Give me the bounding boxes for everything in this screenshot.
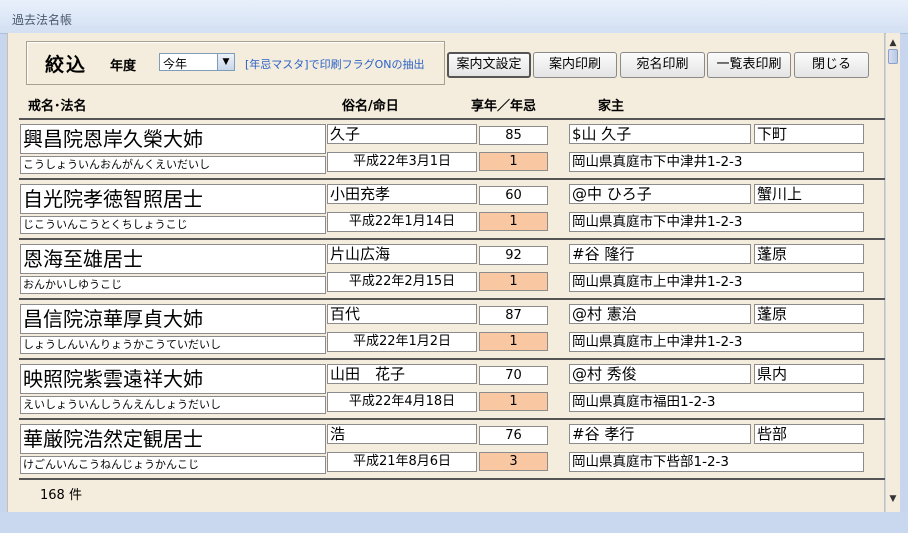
- zokumyo-field[interactable]: 小田充孝: [327, 184, 477, 204]
- row-separator: [19, 478, 885, 480]
- scroll-thumb[interactable]: [888, 49, 898, 64]
- area-field[interactable]: 蓬原: [754, 244, 864, 264]
- record-row: 昌信院涼華厚貞大姉 しょうしんいんりょうかこうていだいし 百代 平成22年1月2…: [8, 300, 884, 360]
- record-count: 168 件: [40, 488, 82, 503]
- age-field[interactable]: 87: [479, 306, 548, 325]
- address-field[interactable]: 岡山県真庭市上中津井1-2-3: [569, 332, 864, 352]
- zokumyo-field[interactable]: 山田 花子: [327, 364, 477, 384]
- filter-panel: 絞込 年度 今年 ▼ [年忌マスタ]で印刷フラグONの抽出: [26, 41, 445, 85]
- kachu-field[interactable]: @村 憲治: [569, 304, 751, 324]
- guide-print-button[interactable]: 案内印刷: [533, 52, 617, 78]
- guide-settings-button[interactable]: 案内文設定: [447, 52, 531, 78]
- meinichi-field[interactable]: 平成22年3月1日: [327, 152, 477, 172]
- kachu-field[interactable]: #谷 孝行: [569, 424, 751, 444]
- nenki-field[interactable]: 1: [479, 392, 548, 411]
- zokumyo-field[interactable]: 百代: [327, 304, 477, 324]
- nenki-field[interactable]: 1: [479, 272, 548, 291]
- kaimyo-field[interactable]: 映照院紫雲遠祥大姉: [20, 364, 326, 394]
- area-field[interactable]: 蟹川上: [754, 184, 864, 204]
- age-field[interactable]: 70: [479, 366, 548, 385]
- form-body: 絞込 年度 今年 ▼ [年忌マスタ]で印刷フラグONの抽出 案内文設定 案内印刷…: [7, 33, 900, 512]
- column-header-age-nenki: 享年／年忌: [471, 99, 537, 114]
- kaimyo-kana-field[interactable]: おんかいしゆうこじ: [20, 276, 326, 294]
- list-print-button[interactable]: 一覧表印刷: [707, 52, 791, 78]
- window-title: 過去法名帳: [12, 13, 73, 27]
- window-bottom-border: [0, 512, 908, 533]
- meinichi-field[interactable]: 平成22年2月15日: [327, 272, 477, 292]
- age-field[interactable]: 60: [479, 186, 548, 205]
- zokumyo-field[interactable]: 浩: [327, 424, 477, 444]
- nenki-field[interactable]: 1: [479, 212, 548, 231]
- record-row: 自光院孝徳智照居士 じこういんこうとくちしょうこじ 小田充孝 平成22年1月14…: [8, 180, 884, 240]
- kaimyo-field[interactable]: 華厳院浩然定観居士: [20, 424, 326, 454]
- vertical-scrollbar[interactable]: ▲ ▼: [886, 33, 900, 512]
- kachu-field[interactable]: $山 久子: [569, 124, 751, 144]
- kaimyo-field[interactable]: 昌信院涼華厚貞大姉: [20, 304, 326, 334]
- kaimyo-field[interactable]: 自光院孝徳智照居士: [20, 184, 326, 214]
- address-field[interactable]: 岡山県真庭市下中津井1-2-3: [569, 212, 864, 232]
- area-field[interactable]: 県内: [754, 364, 864, 384]
- scroll-up-icon[interactable]: ▲: [888, 38, 898, 48]
- kaimyo-kana-field[interactable]: けごんいんこうねんじょうかんこじ: [20, 456, 326, 474]
- nenki-field[interactable]: 1: [479, 332, 548, 351]
- kaimyo-field[interactable]: 恩海至雄居士: [20, 244, 326, 274]
- close-button[interactable]: 閉じる: [794, 52, 869, 78]
- record-row: 華厳院浩然定観居士 けごんいんこうねんじょうかんこじ 浩 平成21年8月6日 7…: [8, 420, 884, 480]
- zokumyo-field[interactable]: 久子: [327, 124, 477, 144]
- kachu-field[interactable]: @中 ひろ子: [569, 184, 751, 204]
- column-header-zokumyo: 俗名/命日: [342, 99, 399, 114]
- kachu-field[interactable]: #谷 隆行: [569, 244, 751, 264]
- chevron-down-icon[interactable]: ▼: [217, 54, 234, 70]
- kaimyo-field[interactable]: 興昌院恩岸久榮大姉: [20, 124, 326, 154]
- age-field[interactable]: 92: [479, 246, 548, 265]
- record-row: 恩海至雄居士 おんかいしゆうこじ 片山広海 平成22年2月15日 92 1 #谷…: [8, 240, 884, 300]
- kaimyo-kana-field[interactable]: えいしょういんしうんえんしょうだいし: [20, 396, 326, 414]
- age-field[interactable]: 85: [479, 126, 548, 145]
- meinichi-field[interactable]: 平成22年1月14日: [327, 212, 477, 232]
- age-field[interactable]: 76: [479, 426, 548, 445]
- year-select-value: 今年: [163, 57, 188, 71]
- zokumyo-field[interactable]: 片山広海: [327, 244, 477, 264]
- filter-title: 絞込: [45, 54, 88, 76]
- column-header-kachu: 家主: [598, 99, 625, 114]
- address-field[interactable]: 岡山県真庭市福田1-2-3: [569, 392, 864, 412]
- print-flag-filter-link[interactable]: [年忌マスタ]で印刷フラグONの抽出: [245, 56, 424, 72]
- address-print-button[interactable]: 宛名印刷: [620, 52, 705, 78]
- kaimyo-kana-field[interactable]: しょうしんいんりょうかこうていだいし: [20, 336, 326, 354]
- nenki-field[interactable]: 1: [479, 152, 548, 171]
- record-row: 映照院紫雲遠祥大姉 えいしょういんしうんえんしょうだいし 山田 花子 平成22年…: [8, 360, 884, 420]
- kaimyo-kana-field[interactable]: じこういんこうとくちしょうこじ: [20, 216, 326, 234]
- address-field[interactable]: 岡山県真庭市下中津井1-2-3: [569, 152, 864, 172]
- meinichi-field[interactable]: 平成22年4月18日: [327, 392, 477, 412]
- column-header-kaimyo: 戒名･法名: [28, 99, 87, 114]
- record-row: 興昌院恩岸久榮大姉 こうしょういんおんがんくえいだいし 久子 平成22年3月1日…: [8, 120, 884, 180]
- nenki-field[interactable]: 3: [479, 452, 548, 471]
- kachu-field[interactable]: @村 秀俊: [569, 364, 751, 384]
- year-select[interactable]: 今年 ▼: [159, 53, 235, 71]
- meinichi-field[interactable]: 平成21年8月6日: [327, 452, 477, 472]
- area-field[interactable]: 下町: [754, 124, 864, 144]
- scroll-down-icon[interactable]: ▼: [888, 494, 898, 504]
- address-field[interactable]: 岡山県真庭市上中津井1-2-3: [569, 272, 864, 292]
- address-field[interactable]: 岡山県真庭市下呰部1-2-3: [569, 452, 864, 472]
- window-titlebar: 過去法名帳: [0, 0, 908, 34]
- meinichi-field[interactable]: 平成22年1月2日: [327, 332, 477, 352]
- kaimyo-kana-field[interactable]: こうしょういんおんがんくえいだいし: [20, 156, 326, 174]
- area-field[interactable]: 蓬原: [754, 304, 864, 324]
- area-field[interactable]: 呰部: [754, 424, 864, 444]
- year-label: 年度: [110, 59, 137, 74]
